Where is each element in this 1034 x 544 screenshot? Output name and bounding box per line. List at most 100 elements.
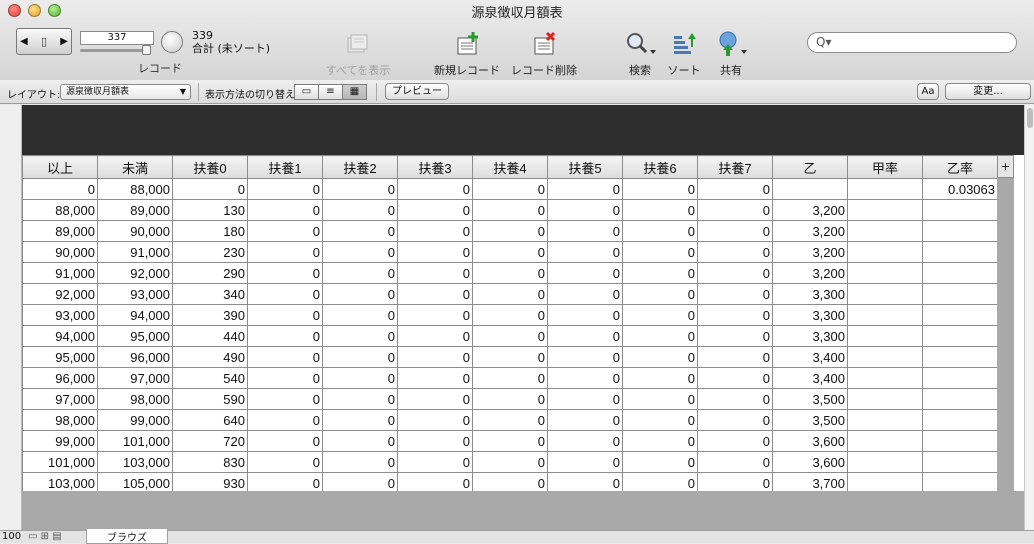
table-cell[interactable]: 0 [397, 451, 473, 473]
table-cell[interactable]: 94,000 [22, 325, 98, 347]
table-cell[interactable]: 0 [247, 451, 323, 473]
table-cell[interactable]: 0 [547, 367, 623, 389]
table-cell[interactable]: 0 [322, 199, 398, 221]
table-cell[interactable]: 99,000 [97, 409, 173, 431]
table-cell[interactable]: 0 [622, 388, 698, 410]
previous-record-icon[interactable]: ◀ [20, 36, 28, 47]
column-header[interactable]: 扶養3 [397, 155, 473, 179]
table-cell[interactable]: 3,200 [772, 241, 848, 263]
table-cell[interactable]: 590 [172, 388, 248, 410]
table-cell[interactable]: 94,000 [97, 304, 173, 326]
table-cell[interactable] [847, 367, 923, 389]
table-cell[interactable]: 93,000 [22, 304, 98, 326]
table-cell[interactable]: 0 [697, 220, 773, 242]
column-header[interactable]: 未満 [97, 155, 173, 179]
table-cell[interactable]: 0 [697, 283, 773, 305]
table-cell[interactable]: 0 [247, 367, 323, 389]
table-cell[interactable]: 96,000 [22, 367, 98, 389]
current-record-field[interactable]: 337 [80, 31, 154, 45]
table-cell[interactable]: 0 [622, 409, 698, 431]
table-cell[interactable] [922, 304, 998, 326]
table-cell[interactable]: 0 [247, 262, 323, 284]
table-cell[interactable]: 0 [472, 325, 548, 347]
table-cell[interactable]: 0 [247, 199, 323, 221]
table-cell[interactable] [922, 325, 998, 347]
table-cell[interactable] [847, 409, 923, 431]
table-cell[interactable]: 101,000 [22, 451, 98, 473]
column-header[interactable]: 甲率 [847, 155, 923, 179]
table-cell[interactable]: 0 [247, 304, 323, 326]
share-button[interactable]: 共有 [712, 30, 750, 78]
table-cell[interactable]: 0 [397, 430, 473, 452]
table-row[interactable]: 101,000 103,000 830 0 0 0 0 0 0 0 3,600 [22, 451, 998, 473]
table-row[interactable]: 95,000 96,000 490 0 0 0 0 0 0 0 3,400 [22, 346, 998, 368]
table-cell[interactable]: 0 [472, 178, 548, 200]
table-cell[interactable] [847, 346, 923, 368]
table-cell[interactable]: 0 [472, 367, 548, 389]
preview-button[interactable]: プレビュー [385, 83, 449, 100]
table-cell[interactable]: 490 [172, 346, 248, 368]
table-cell[interactable]: 0 [547, 304, 623, 326]
column-header[interactable]: 扶養7 [697, 155, 773, 179]
table-cell[interactable]: 0 [472, 388, 548, 410]
table-cell[interactable]: 0 [472, 430, 548, 452]
table-cell[interactable]: 0 [622, 262, 698, 284]
find-button[interactable]: 検索 [622, 30, 658, 78]
table-cell[interactable]: 0 [247, 346, 323, 368]
table-cell[interactable] [922, 451, 998, 473]
table-cell[interactable]: 91,000 [22, 262, 98, 284]
table-cell[interactable]: 0 [697, 346, 773, 368]
table-cell[interactable]: 88,000 [97, 178, 173, 200]
table-cell[interactable]: 390 [172, 304, 248, 326]
table-cell[interactable]: 0 [697, 409, 773, 431]
table-cell[interactable] [847, 451, 923, 473]
table-cell[interactable]: 0 [397, 325, 473, 347]
table-cell[interactable]: 0 [697, 304, 773, 326]
table-cell[interactable] [922, 220, 998, 242]
table-row[interactable]: 90,000 91,000 230 0 0 0 0 0 0 0 3,200 [22, 241, 998, 263]
table-cell[interactable]: 0 [622, 178, 698, 200]
table-cell[interactable]: 0 [472, 283, 548, 305]
table-cell[interactable]: 0 [397, 262, 473, 284]
form-view-button[interactable]: ▭ [294, 84, 319, 100]
table-cell[interactable]: 0 [547, 409, 623, 431]
table-cell[interactable]: 0 [397, 367, 473, 389]
column-header[interactable]: 乙 [772, 155, 848, 179]
table-cell[interactable]: 180 [172, 220, 248, 242]
table-cell[interactable] [847, 283, 923, 305]
column-header[interactable]: 扶養4 [472, 155, 548, 179]
table-cell[interactable] [922, 367, 998, 389]
record-slider[interactable] [80, 49, 150, 52]
table-cell[interactable]: 0 [547, 451, 623, 473]
table-cell[interactable]: 0 [322, 325, 398, 347]
table-cell[interactable]: 3,300 [772, 325, 848, 347]
table-cell[interactable] [922, 199, 998, 221]
layout-select[interactable]: 源泉徴収月額表 ▼ [60, 84, 191, 100]
table-cell[interactable]: 3,200 [772, 262, 848, 284]
table-cell[interactable]: 340 [172, 283, 248, 305]
table-cell[interactable]: 0 [547, 178, 623, 200]
table-cell[interactable]: 0 [697, 451, 773, 473]
table-cell[interactable]: 0 [622, 220, 698, 242]
table-cell[interactable]: 0 [547, 325, 623, 347]
table-cell[interactable]: 0 [397, 283, 473, 305]
table-cell[interactable]: 0 [22, 178, 98, 200]
table-cell[interactable]: 0 [172, 178, 248, 200]
table-cell[interactable]: 0 [547, 262, 623, 284]
table-cell[interactable]: 0 [397, 220, 473, 242]
table-cell[interactable]: 0 [397, 178, 473, 200]
record-slider-knob[interactable] [142, 45, 151, 55]
table-cell[interactable]: 290 [172, 262, 248, 284]
table-row[interactable]: 96,000 97,000 540 0 0 0 0 0 0 0 3,400 [22, 367, 998, 389]
table-cell[interactable]: 0 [397, 304, 473, 326]
table-cell[interactable]: 230 [172, 241, 248, 263]
table-row[interactable]: 94,000 95,000 440 0 0 0 0 0 0 0 3,300 [22, 325, 998, 347]
table-cell[interactable] [922, 388, 998, 410]
next-record-icon[interactable]: ▶ [60, 36, 68, 47]
table-cell[interactable]: 92,000 [97, 262, 173, 284]
table-cell[interactable]: 0 [472, 451, 548, 473]
table-cell[interactable]: 0 [547, 283, 623, 305]
table-cell[interactable]: 130 [172, 199, 248, 221]
table-cell[interactable]: 0 [247, 178, 323, 200]
column-header[interactable]: 扶養1 [247, 155, 323, 179]
